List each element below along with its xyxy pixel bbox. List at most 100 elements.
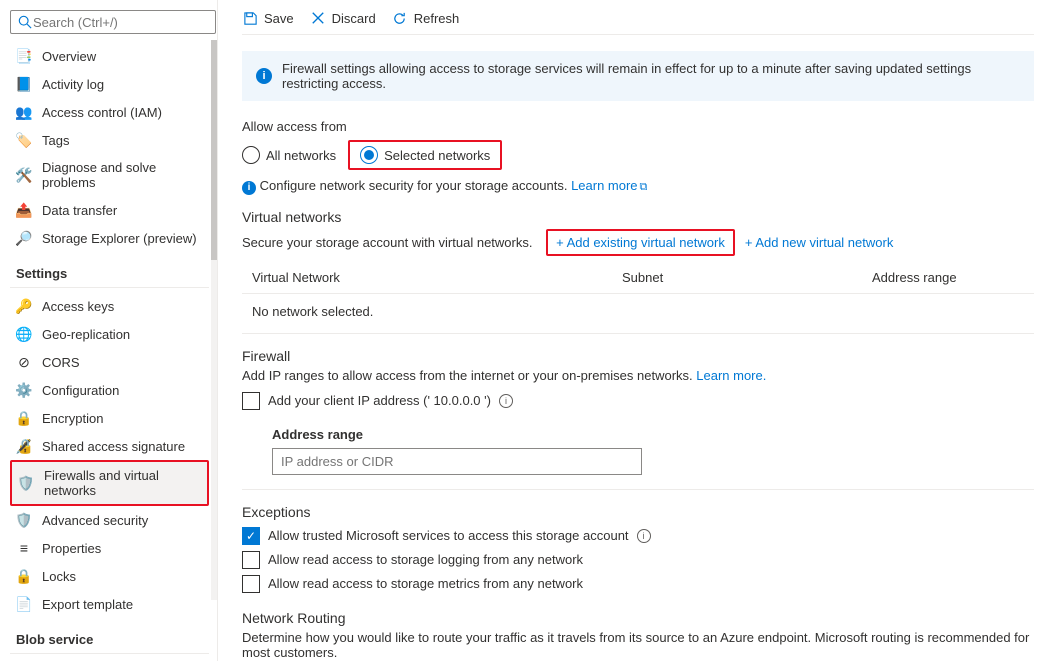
radio-selected-networks-label: Selected networks	[384, 148, 490, 163]
help-icon[interactable]: i	[637, 529, 651, 543]
configure-security-text: i Configure network security for your st…	[242, 178, 1034, 195]
external-link-icon: ⧉	[640, 181, 648, 193]
sidebar-section-blob: Blob service	[10, 618, 209, 654]
routing-heading: Network Routing	[242, 610, 1034, 626]
vnet-table-empty: No network selected.	[242, 294, 1034, 334]
add-client-ip-label: Add your client IP address (' 10.0.0.0 '…	[268, 393, 491, 408]
sidebar-item-sas[interactable]: 🔏 Shared access signature	[10, 432, 209, 460]
sidebar-item-tags[interactable]: 🏷️Tags	[10, 126, 209, 154]
sidebar-item-label: Activity log	[42, 77, 104, 92]
activity-log-icon: 📘	[16, 76, 32, 92]
sidebar-item-label: Overview	[42, 49, 96, 64]
radio-selected-networks[interactable]	[360, 146, 378, 164]
iam-icon: 👥	[16, 104, 32, 120]
refresh-label: Refresh	[414, 11, 460, 26]
read-logging-checkbox[interactable]	[242, 551, 260, 569]
sidebar-item-label: Access keys	[42, 299, 114, 314]
sidebar-item-data-transfer[interactable]: 📤 Data transfer	[10, 196, 209, 224]
sidebar-item-overview[interactable]: 📑 Overview	[10, 42, 209, 70]
sidebar-section-settings: Settings	[10, 252, 209, 288]
routing-desc: Determine how you would like to route yo…	[242, 630, 1034, 660]
trusted-ms-checkbox[interactable]: ✓	[242, 527, 260, 545]
globe-icon: 🌐	[16, 326, 32, 342]
sidebar-item-label: Diagnose and solve problems	[42, 160, 203, 190]
allow-access-label: Allow access from	[242, 119, 1034, 134]
sidebar-item-export-template[interactable]: 📄Export template	[10, 590, 209, 618]
sidebar-item-properties[interactable]: ≡ Properties	[10, 534, 209, 562]
sas-icon: 🔏	[16, 438, 32, 454]
storage-explorer-icon: 🔎	[16, 230, 32, 246]
sidebar-search-input[interactable]	[33, 15, 209, 30]
vnet-col-addr: Address range	[872, 270, 1024, 285]
sidebar-item-geo-replication[interactable]: 🌐 Geo-replication	[10, 320, 209, 348]
configuration-icon: ⚙️	[16, 382, 32, 398]
firewall-learn-more-link[interactable]: Learn more.	[696, 368, 766, 383]
add-new-vnet-link[interactable]: + Add new virtual network	[745, 235, 894, 250]
trusted-ms-label: Allow trusted Microsoft services to acce…	[268, 528, 629, 543]
sidebar-item-locks[interactable]: 🔒 Locks	[10, 562, 209, 590]
overview-icon: 📑	[16, 48, 32, 64]
sidebar-item-label: Data transfer	[42, 203, 117, 218]
sidebar-item-activity-log[interactable]: 📘 Activity log	[10, 70, 209, 98]
read-metrics-checkbox[interactable]	[242, 575, 260, 593]
sidebar-item-label: Storage Explorer (preview)	[42, 231, 197, 246]
vnet-col-subnet: Subnet	[622, 270, 872, 285]
add-existing-vnet-link[interactable]: + Add existing virtual network	[546, 229, 735, 256]
address-range-input[interactable]	[272, 448, 642, 475]
discard-button[interactable]: Discard	[310, 10, 376, 26]
lock-icon: 🔒	[16, 568, 32, 584]
shield-icon: 🛡️	[16, 512, 32, 528]
firewall-icon: 🛡️	[18, 475, 34, 491]
data-transfer-icon: 📤	[16, 202, 32, 218]
diagnose-icon: 🛠️	[16, 167, 32, 183]
sidebar-item-storage-explorer[interactable]: 🔎 Storage Explorer (preview)	[10, 224, 209, 252]
sidebar-item-label: Locks	[42, 569, 76, 584]
vnet-secure-text: Secure your storage account with virtual…	[242, 229, 1034, 256]
firewall-heading: Firewall	[242, 348, 1034, 364]
sidebar-item-label: Advanced security	[42, 513, 148, 528]
sidebar-item-configuration[interactable]: ⚙️ Configuration	[10, 376, 209, 404]
cors-icon: ⊘	[16, 354, 32, 370]
sidebar-item-label: Properties	[42, 541, 101, 556]
sidebar-item-diagnose[interactable]: 🛠️ Diagnose and solve problems	[10, 154, 209, 196]
vnet-table-header: Virtual Network Subnet Address range	[242, 262, 1034, 294]
refresh-icon	[392, 10, 408, 26]
sidebar-item-advanced-security[interactable]: 🛡️ Advanced security	[10, 506, 209, 534]
properties-icon: ≡	[16, 540, 32, 556]
search-icon	[17, 14, 33, 30]
sidebar-search[interactable]	[10, 10, 216, 34]
close-icon	[310, 10, 326, 26]
save-button[interactable]: Save	[242, 10, 294, 26]
add-client-ip-checkbox[interactable]	[242, 392, 260, 410]
exceptions-heading: Exceptions	[242, 504, 1034, 520]
info-banner: i Firewall settings allowing access to s…	[242, 51, 1034, 101]
read-logging-label: Allow read access to storage logging fro…	[268, 552, 583, 567]
sidebar-item-firewalls[interactable]: 🛡️Firewalls and virtual networks	[10, 460, 209, 506]
learn-more-link[interactable]: Learn more	[571, 178, 637, 193]
vnet-col-network: Virtual Network	[252, 270, 622, 285]
encryption-icon: 🔒	[16, 410, 32, 426]
radio-all-networks[interactable]	[242, 146, 260, 164]
discard-label: Discard	[332, 11, 376, 26]
sidebar-item-label: Export template	[42, 597, 133, 612]
sidebar-item-access-keys[interactable]: 🔑 Access keys	[10, 292, 209, 320]
refresh-button[interactable]: Refresh	[392, 10, 460, 26]
sidebar-item-label: Tags	[42, 133, 69, 148]
info-banner-text: Firewall settings allowing access to sto…	[282, 61, 1020, 91]
key-icon: 🔑	[16, 298, 32, 314]
sidebar-item-encryption[interactable]: 🔒 Encryption	[10, 404, 209, 432]
sidebar-item-label: Configuration	[42, 383, 119, 398]
toolbar: Save Discard Refresh	[242, 10, 1034, 35]
sidebar-item-label: CORS	[42, 355, 80, 370]
sidebar-item-label: Encryption	[42, 411, 103, 426]
sidebar-item-iam[interactable]: 👥 Access control (IAM)	[10, 98, 209, 126]
sidebar-scrollbar[interactable]	[211, 40, 218, 600]
sidebar-item-label: Shared access signature	[42, 439, 185, 454]
help-icon[interactable]: i	[499, 394, 513, 408]
main-content: Save Discard Refresh i Firewall settings…	[218, 0, 1054, 661]
sidebar-item-label: Access control (IAM)	[42, 105, 162, 120]
sidebar-item-cors[interactable]: ⊘ CORS	[10, 348, 209, 376]
save-label: Save	[264, 11, 294, 26]
save-icon	[242, 10, 258, 26]
sidebar-item-label: Geo-replication	[42, 327, 130, 342]
